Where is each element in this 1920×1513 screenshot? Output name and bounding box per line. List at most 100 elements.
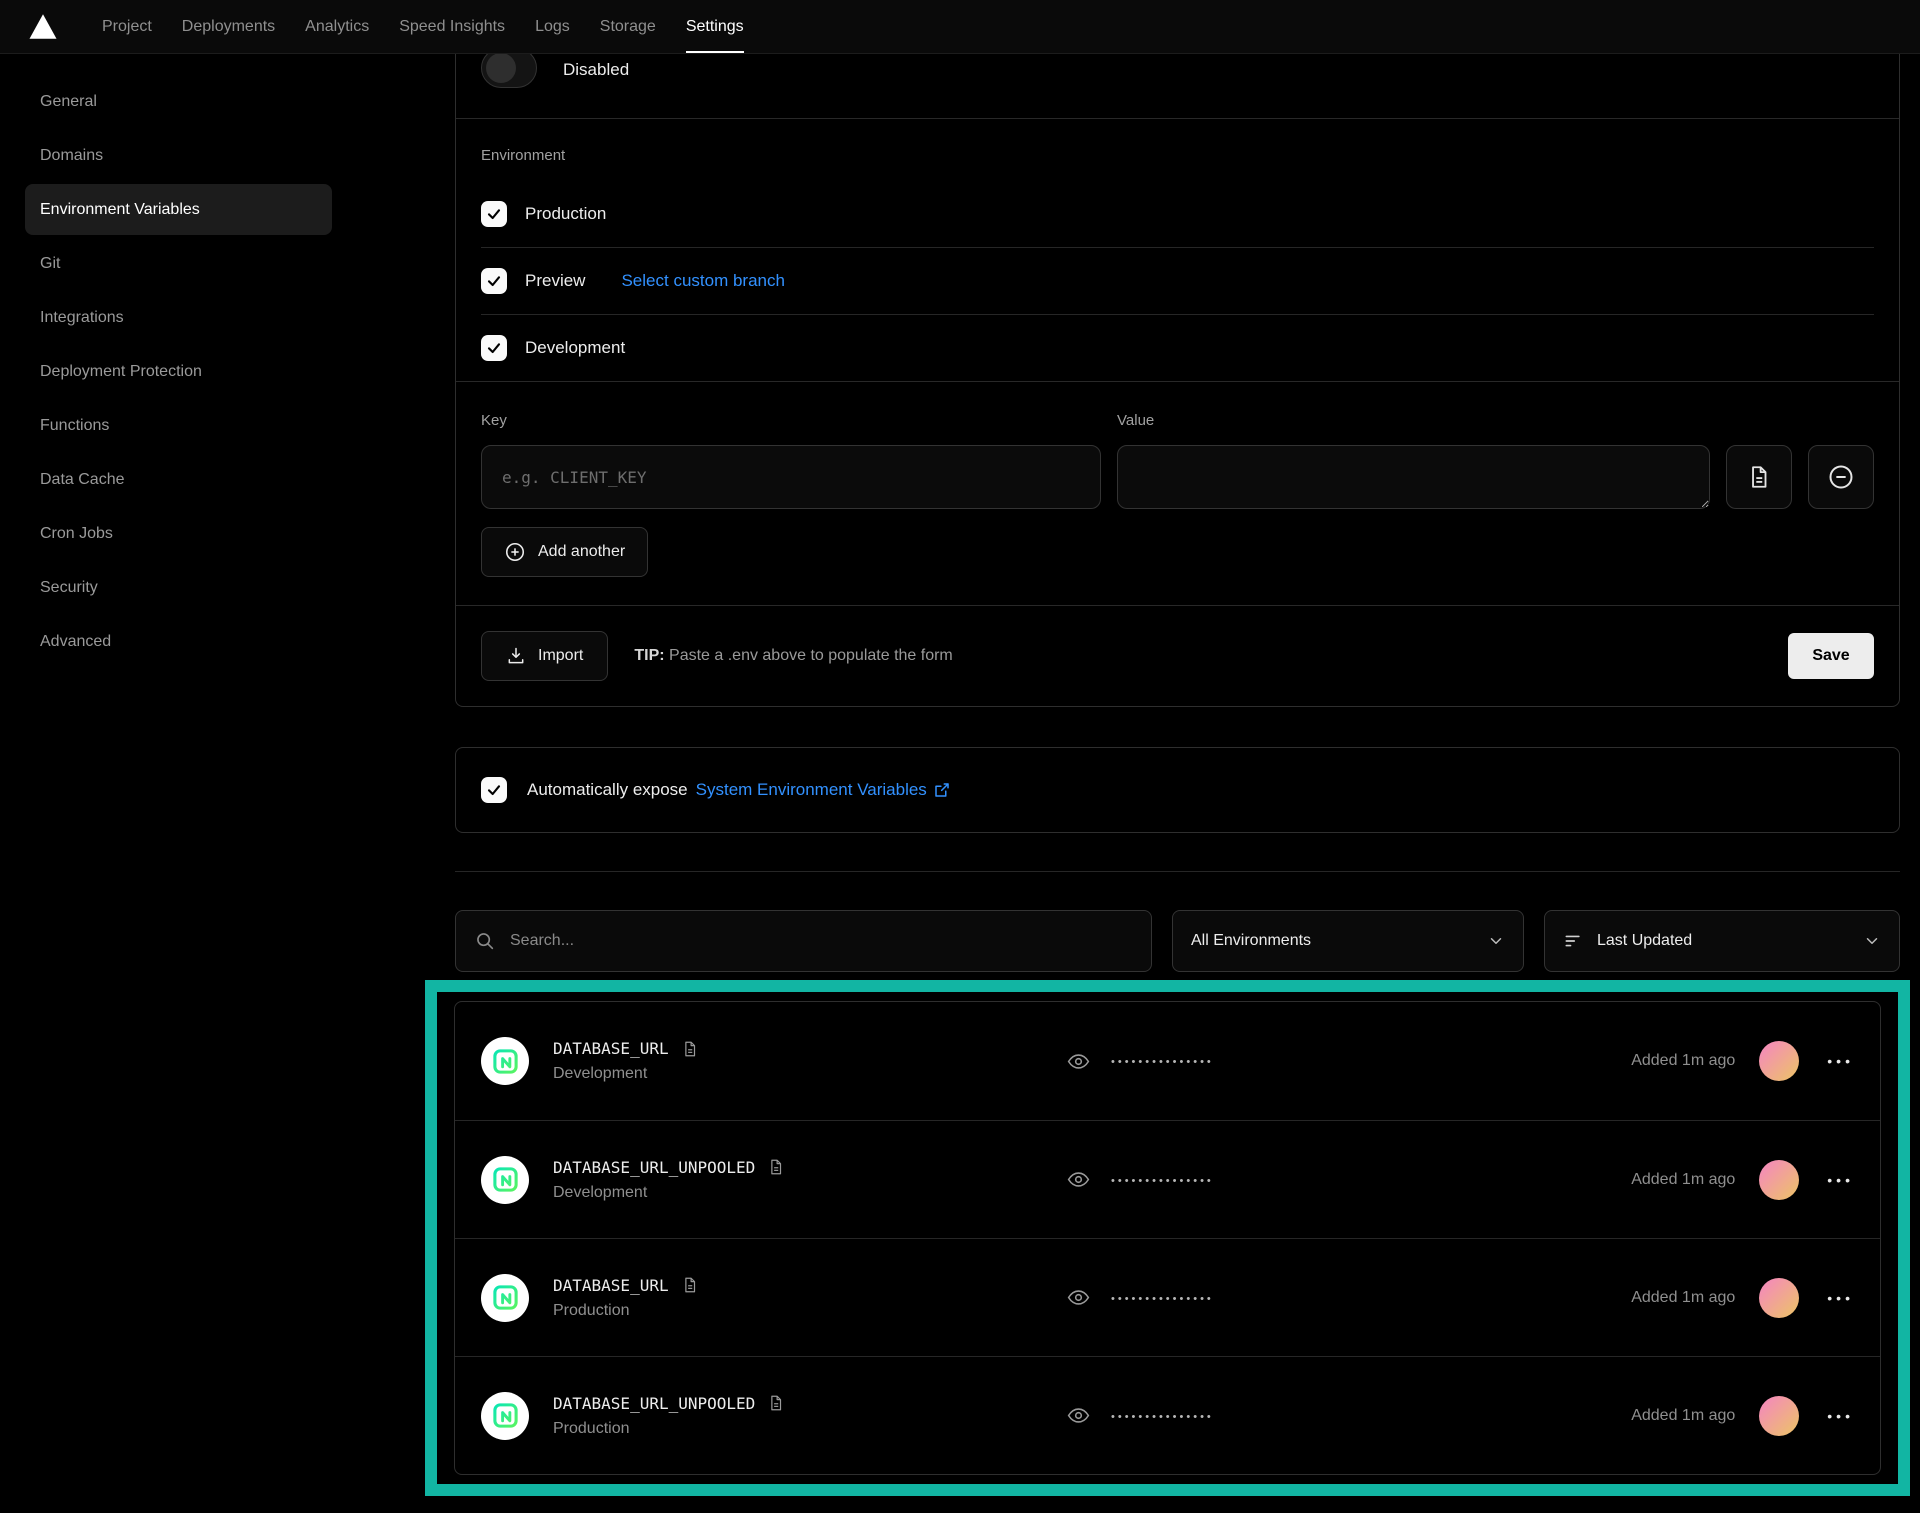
row-menu-button[interactable]: ••• xyxy=(1823,1408,1854,1424)
highlight-annotation-border: DATABASE_URL Development ••• xyxy=(425,980,1910,1496)
paste-env-button[interactable] xyxy=(1726,445,1792,509)
external-link-icon xyxy=(933,781,951,799)
import-download-icon xyxy=(506,646,526,666)
environment-checkbox[interactable] xyxy=(481,335,507,361)
expose-checkbox[interactable] xyxy=(481,777,507,803)
select-custom-branch-link[interactable]: Select custom branch xyxy=(621,271,784,291)
environment-checkbox-row: Production xyxy=(481,180,1874,247)
note-icon[interactable] xyxy=(767,1158,785,1176)
masked-value: ••••••••••••••• xyxy=(1111,1173,1214,1187)
nav-tab[interactable]: Project xyxy=(102,0,152,53)
disabled-toggle[interactable] xyxy=(481,54,537,88)
eye-reveal-icon[interactable] xyxy=(1066,1285,1091,1310)
document-icon xyxy=(1746,464,1772,490)
note-icon[interactable] xyxy=(681,1040,699,1058)
sidebar-item[interactable]: Integrations xyxy=(25,292,332,343)
nav-tab[interactable]: Storage xyxy=(600,0,656,53)
sidebar-item[interactable]: Environment Variables xyxy=(25,184,332,235)
value-input[interactable] xyxy=(1117,445,1710,509)
chevron-down-icon xyxy=(1487,932,1505,950)
env-var-list: DATABASE_URL Development ••• xyxy=(454,1001,1881,1475)
user-avatar xyxy=(1759,1396,1799,1436)
key-value-section: Key Value xyxy=(456,382,1899,605)
note-icon[interactable] xyxy=(681,1276,699,1294)
nav-tab[interactable]: Settings xyxy=(686,0,744,53)
sidebar-item[interactable]: Functions xyxy=(25,400,332,451)
added-timestamp: Added 1m ago xyxy=(1631,1052,1735,1070)
disabled-label: Disabled xyxy=(563,56,629,80)
plus-circle-icon xyxy=(504,541,526,563)
search-box xyxy=(455,910,1152,972)
env-var-name: DATABASE_URL_UNPOOLED xyxy=(553,1394,755,1413)
sidebar-item[interactable]: Deployment Protection xyxy=(25,346,332,397)
chevron-down-icon xyxy=(1863,932,1881,950)
sort-select[interactable]: Last Updated xyxy=(1544,910,1900,972)
section-divider xyxy=(455,871,1900,872)
eye-reveal-icon[interactable] xyxy=(1066,1403,1091,1428)
masked-value: ••••••••••••••• xyxy=(1111,1054,1214,1068)
masked-value: ••••••••••••••• xyxy=(1111,1409,1214,1423)
remove-row-button[interactable] xyxy=(1808,445,1874,509)
value-label: Value xyxy=(1117,412,1710,429)
env-var-environment: Production xyxy=(553,1302,699,1320)
nav-tab[interactable]: Analytics xyxy=(305,0,369,53)
environment-checkbox[interactable] xyxy=(481,268,507,294)
env-var-row: DATABASE_URL Development ••• xyxy=(455,1002,1880,1120)
neon-integration-icon xyxy=(481,1037,529,1085)
environment-checkbox[interactable] xyxy=(481,201,507,227)
nav-tab[interactable]: Speed Insights xyxy=(399,0,505,53)
added-timestamp: Added 1m ago xyxy=(1631,1171,1735,1189)
env-var-name: DATABASE_URL xyxy=(553,1039,669,1058)
sidebar-item[interactable]: Git xyxy=(25,238,332,289)
sort-icon xyxy=(1563,931,1583,951)
tip-text: TIP: Paste a .env above to populate the … xyxy=(634,647,952,665)
sidebar-item[interactable]: Advanced xyxy=(25,616,332,667)
import-button[interactable]: Import xyxy=(481,631,608,681)
row-menu-button[interactable]: ••• xyxy=(1823,1290,1854,1306)
toggle-knob xyxy=(486,54,516,83)
neon-integration-icon xyxy=(481,1274,529,1322)
env-var-environment: Development xyxy=(553,1184,785,1202)
save-button[interactable]: Save xyxy=(1788,633,1874,679)
sidebar-item[interactable]: General xyxy=(25,76,332,127)
user-avatar xyxy=(1759,1041,1799,1081)
note-icon[interactable] xyxy=(767,1394,785,1412)
system-env-vars-link[interactable]: System Environment Variables xyxy=(696,780,951,800)
nav-tab[interactable]: Logs xyxy=(535,0,570,53)
search-input[interactable] xyxy=(510,932,1133,950)
eye-reveal-icon[interactable] xyxy=(1066,1049,1091,1074)
environment-filter-select[interactable]: All Environments xyxy=(1172,910,1524,972)
sidebar-item[interactable]: Data Cache xyxy=(25,454,332,505)
env-var-row: DATABASE_URL_UNPOOLED Production xyxy=(455,1356,1880,1474)
sidebar-item[interactable]: Domains xyxy=(25,130,332,181)
env-var-row: DATABASE_URL Production •••• xyxy=(455,1238,1880,1356)
sidebar-item[interactable]: Cron Jobs xyxy=(25,508,332,559)
key-input[interactable] xyxy=(481,445,1101,509)
minus-circle-icon xyxy=(1827,463,1855,491)
added-timestamp: Added 1m ago xyxy=(1631,1289,1735,1307)
env-var-name: DATABASE_URL xyxy=(553,1276,669,1295)
row-menu-button[interactable]: ••• xyxy=(1823,1172,1854,1188)
env-var-name: DATABASE_URL_UNPOOLED xyxy=(553,1158,755,1177)
eye-reveal-icon[interactable] xyxy=(1066,1167,1091,1192)
expose-card: Automatically expose System Environment … xyxy=(455,747,1900,833)
env-var-row: DATABASE_URL_UNPOOLED Development xyxy=(455,1120,1880,1238)
key-label: Key xyxy=(481,412,1101,429)
user-avatar xyxy=(1759,1278,1799,1318)
filter-row: All Environments Last Updated xyxy=(455,910,1900,972)
added-timestamp: Added 1m ago xyxy=(1631,1407,1735,1425)
disabled-toggle-row: Disabled xyxy=(456,54,1899,118)
masked-value: ••••••••••••••• xyxy=(1111,1291,1214,1305)
environment-section: Environment Production Preview Select cu… xyxy=(456,119,1899,381)
form-footer: Import TIP: Paste a .env above to popula… xyxy=(456,606,1899,706)
sidebar-item[interactable]: Security xyxy=(25,562,332,613)
row-menu-button[interactable]: ••• xyxy=(1823,1053,1854,1069)
environment-label: Environment xyxy=(481,147,1874,164)
add-another-button[interactable]: Add another xyxy=(481,527,648,577)
vercel-logo-icon[interactable] xyxy=(28,0,58,53)
env-var-environment: Production xyxy=(553,1420,785,1438)
nav-tab[interactable]: Deployments xyxy=(182,0,275,53)
user-avatar xyxy=(1759,1160,1799,1200)
env-var-form-card: Disabled Environment Production Preview … xyxy=(455,54,1900,707)
neon-integration-icon xyxy=(481,1392,529,1440)
